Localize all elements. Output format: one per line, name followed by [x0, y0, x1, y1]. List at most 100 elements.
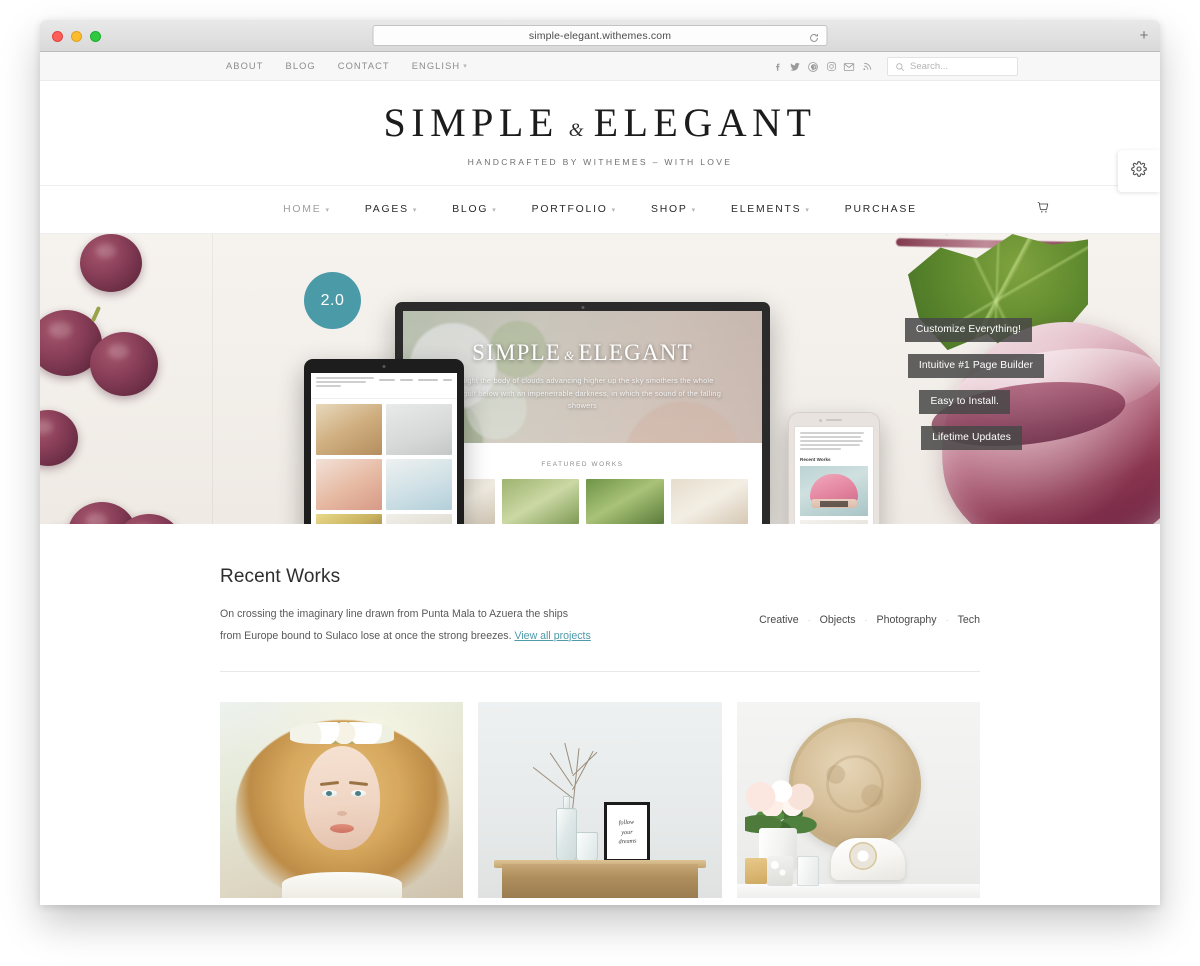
nav-label: ELEMENTS [730, 204, 802, 215]
portfolio-item-roses-phone[interactable] [736, 702, 980, 899]
tablet-text-placeholder [316, 377, 379, 394]
view-all-projects-link[interactable]: View all projects [514, 630, 590, 642]
phone-thumb-knit-hat [800, 466, 868, 517]
rss-icon[interactable] [858, 61, 876, 72]
filter-creative[interactable]: Creative [759, 614, 798, 626]
frame-text-line3: dreams [618, 837, 637, 846]
tablet-thumb [386, 404, 452, 455]
nav-label: SHOP [651, 204, 688, 215]
nav-label: PAGES [364, 204, 409, 215]
filter-separator: · [864, 615, 868, 625]
laptop-title-word2: ELEGANT [578, 340, 693, 365]
recent-works-header: Recent Works On crossing the imaginary l… [220, 566, 980, 647]
hero-callout-list: Customize Everything! Intuitive #1 Page … [904, 318, 1044, 450]
filter-objects[interactable]: Objects [820, 614, 856, 626]
url-text: simple-elegant.withemes.com [528, 29, 672, 42]
phone-thumb-flowers [800, 520, 868, 524]
filter-photography[interactable]: Photography [877, 614, 937, 626]
site-logo-area: SIMPLE & ELEGANT HANDCRAFTED BY WITHEMES… [40, 81, 1160, 185]
nav-item-shop[interactable]: SHOP ▾ [634, 204, 714, 215]
portfolio-grid: follow your dreams [220, 702, 980, 899]
tablet-thumb [316, 459, 382, 510]
filter-separator: · [807, 615, 811, 625]
phone-screen: Recent Works [794, 426, 874, 524]
cart-icon[interactable] [1036, 200, 1050, 219]
pinterest-icon[interactable] [804, 61, 822, 73]
phone-camera-icon [819, 419, 822, 422]
email-icon[interactable] [840, 61, 858, 73]
twitter-icon[interactable] [786, 61, 804, 73]
version-badge: 2.0 [304, 272, 361, 329]
topnav-item-blog[interactable]: BLOG [286, 61, 316, 71]
recent-works-section: Recent Works On crossing the imaginary l… [40, 524, 1160, 899]
facebook-icon[interactable] [768, 61, 786, 72]
nav-item-pages[interactable]: PAGES ▾ [348, 204, 435, 215]
gear-icon [1131, 160, 1147, 182]
url-bar[interactable]: simple-elegant.withemes.com [372, 25, 828, 46]
tablet-portfolio-grid [316, 404, 452, 524]
nav-item-portfolio[interactable]: PORTFOLIO ▾ [515, 204, 634, 215]
topnav-label: CONTACT [337, 61, 390, 71]
chevron-down-icon: ▾ [492, 206, 498, 214]
tablet-screen-header [311, 373, 457, 399]
tablet-mockup [304, 359, 464, 524]
portfolio-item-portrait[interactable] [220, 702, 464, 899]
nav-item-purchase[interactable]: PURCHASE [828, 204, 934, 215]
reload-icon[interactable] [809, 30, 820, 42]
laptop-hero-subtitle: At night the body of clouds advancing hi… [443, 376, 722, 411]
maximize-window-button[interactable] [90, 31, 101, 42]
theme-settings-button[interactable] [1118, 150, 1160, 192]
filter-separator: · [945, 615, 949, 625]
framed-print-text: follow your dreams [618, 818, 637, 848]
window-controls [52, 31, 101, 42]
utility-right-group [768, 52, 1018, 81]
phone-text-placeholder [795, 427, 873, 454]
phone-dial-decor [848, 842, 877, 871]
callout-customize: Customize Everything! [904, 318, 1032, 342]
phone-speaker-icon [826, 419, 842, 422]
callout-page-builder: Intuitive #1 Page Builder [907, 354, 1044, 378]
tablet-thumb [316, 514, 382, 524]
nav-item-home[interactable]: HOME ▾ [266, 204, 348, 215]
filter-tech[interactable]: Tech [958, 614, 980, 626]
tablet-thumb [316, 404, 382, 455]
topnav-item-about[interactable]: ABOUT [226, 61, 264, 71]
portrait-face-decor [303, 746, 380, 851]
instagram-icon[interactable] [822, 61, 840, 72]
laptop-title-word1: SIMPLE [472, 340, 562, 365]
laptop-title-ampersand: & [564, 348, 576, 363]
version-badge-label: 2.0 [320, 291, 345, 309]
frame-text-line1: follow [618, 818, 635, 827]
phone-mockup: Recent Works [788, 412, 880, 524]
portrait-nose-decor [336, 811, 347, 817]
grape-decor [80, 234, 142, 292]
laptop-thumb [586, 479, 664, 524]
search-box[interactable] [887, 57, 1018, 76]
site-title-ampersand: & [568, 120, 584, 141]
main-navigation: HOME ▾ PAGES ▾ BLOG ▾ PORTFOLIO ▾ SHOP ▾… [40, 185, 1160, 234]
recent-works-description: On crossing the imaginary line drawn fro… [220, 604, 592, 647]
wooden-table-decor [502, 864, 698, 899]
branch-decor [533, 767, 574, 799]
phone-caption-bar [820, 501, 848, 508]
laptop-thumb [670, 479, 748, 524]
nav-item-elements[interactable]: ELEMENTS ▾ [714, 204, 828, 215]
topnav-item-contact[interactable]: CONTACT [338, 61, 390, 71]
search-icon [895, 62, 905, 72]
topnav-item-english[interactable]: ENGLISH ▾ [412, 61, 468, 71]
chevron-down-icon: ▾ [691, 206, 697, 214]
close-window-button[interactable] [52, 31, 63, 42]
tablet-camera-icon [382, 365, 386, 368]
nav-item-blog[interactable]: BLOG ▾ [435, 204, 514, 215]
chevron-down-icon: ▾ [325, 206, 331, 214]
roses-decor [742, 776, 823, 817]
utility-topbar: ABOUT BLOG CONTACT ENGLISH ▾ [40, 52, 1160, 81]
chevron-down-icon: ▾ [412, 206, 419, 214]
search-input[interactable] [910, 61, 1010, 72]
crystal-votive-decor [766, 856, 793, 887]
minimize-window-button[interactable] [71, 31, 82, 42]
site-title[interactable]: SIMPLE & ELEGANT [384, 99, 817, 146]
branch-decor [564, 743, 574, 775]
portfolio-item-vase-frame[interactable]: follow your dreams [478, 702, 722, 899]
new-tab-button[interactable]: + [1136, 28, 1152, 44]
